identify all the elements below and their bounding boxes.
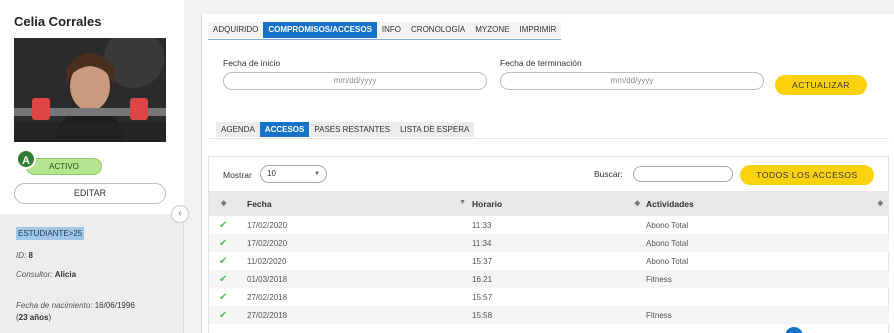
column-header-status[interactable]: ◆ (209, 191, 237, 216)
column-header-date[interactable]: Fecha ▼ (237, 191, 472, 216)
client-sidebar: Celia Corrales ACTIVO A EDITAR ESTUDIANT… (0, 0, 184, 333)
cell-date: 11/02/2020 (247, 256, 287, 266)
check-icon: ✔ (219, 291, 228, 303)
cell-activity (646, 288, 889, 306)
membership-tag: ESTUDIANTE>25 (16, 227, 85, 240)
start-date-input[interactable]: mm/dd/yyyy (223, 72, 487, 90)
sub-tabs-divider (208, 138, 889, 139)
birth-label: Fecha de nacimiento: (16, 301, 93, 310)
sort-icon: ◆ (634, 200, 640, 207)
tab-cronolog-a[interactable]: CRONOLOGÍA (406, 22, 471, 38)
main-panel: ADQUIRIDO COMPROMISOS/ACCESOS INFO CRONOLOG… (201, 14, 894, 333)
age-value: 23 años (18, 313, 49, 322)
cell-time: 16:21 (472, 270, 646, 288)
status-avatar: A (16, 149, 36, 169)
cell-date: 27/02/2018 (247, 292, 288, 302)
tab-imprimir[interactable]: IMPRIMIR (514, 22, 562, 38)
check-icon: ✔ (209, 234, 237, 252)
check-icon: ✔ (209, 270, 237, 288)
tab-adquirido[interactable]: ADQUIRIDO (208, 22, 264, 38)
sort-icon: ◆ (221, 200, 227, 207)
cell-date: 17/02/2020 (247, 220, 288, 230)
cell-time: 15:57 (472, 292, 493, 302)
show-label: Mostrar (223, 170, 252, 180)
table-row[interactable]: ✔ 17/02/2020 11:33 Abono Total (209, 216, 889, 234)
page-size-select[interactable]: 10 ▼ (260, 165, 327, 183)
top-tabs: ADQUIRIDO COMPROMISOS/ACCESOS INFO CRONOLOG… (208, 22, 562, 40)
consultor-label: Consultor: (16, 270, 53, 279)
cell-activity: Abono Total (646, 256, 689, 266)
access-table-panel: Mostrar 10 ▼ Buscar: TODOS LOS ACCESOS ◆… (208, 156, 889, 333)
status-badge: ACTIVO (26, 158, 102, 175)
birth-value: 16/06/1996 (94, 301, 135, 310)
end-date-label: Fecha de terminación (500, 58, 582, 68)
sub-tabs: AGENDA ACCESOS PASES RESTANTES LISTA DE ESP… (216, 122, 475, 137)
subtab-agenda[interactable]: AGENDA (216, 122, 260, 137)
cell-date: 17/02/2020 (237, 234, 472, 252)
client-birthdate: Fecha de nacimiento: 16/06/1996 (16, 301, 135, 310)
client-consultor: Consultor: Alicia (16, 270, 76, 279)
client-photo (14, 38, 166, 142)
sort-desc-icon: ▼ (459, 199, 466, 206)
all-access-button[interactable]: TODOS LOS ACCESOS (740, 165, 874, 185)
cell-time: 15:58 (472, 306, 646, 324)
table-row[interactable]: ✔ 01/03/2018 16:21 Fitness (209, 270, 889, 288)
search-label: Buscar: (594, 169, 623, 179)
tab-info[interactable]: INFO (376, 22, 407, 38)
tab-compromisos-accesos[interactable]: COMPROMISOS/ACCESOS (263, 22, 377, 38)
access-table: ◆ Fecha ▼ Horario ◆ Actividades ◆ ✔ 17/02/20… (209, 191, 889, 324)
table-row[interactable]: ✔ 27/02/2018 15:57 (209, 288, 889, 306)
id-value: 8 (28, 251, 33, 260)
check-icon: ✔ (219, 255, 228, 267)
cell-date: 27/02/2018 (237, 306, 472, 324)
client-name: Celia Corrales (14, 14, 102, 29)
client-id: ID: 8 (16, 251, 33, 260)
update-button[interactable]: ACTUALIZAR (775, 75, 867, 95)
cell-activity: Fitness (646, 306, 889, 324)
cell-time: 11:34 (472, 234, 646, 252)
cell-activity: Abono Total (646, 234, 889, 252)
chevron-down-icon: ▼ (314, 171, 320, 177)
check-icon: ✔ (209, 306, 237, 324)
table-row[interactable]: ✔ 17/02/2020 11:34 Abono Total (209, 234, 889, 252)
cell-activity: Fitness (646, 270, 889, 288)
subtab-lista-de-espera[interactable]: LISTA DE ESPERA (395, 122, 475, 137)
column-header-time[interactable]: Horario ◆ (472, 191, 646, 216)
id-label: ID: (16, 251, 27, 260)
start-date-label: Fecha de inicio (223, 58, 281, 68)
subtab-pases-restantes[interactable]: PASES RESTANTES (309, 122, 396, 137)
consultor-value: Alicia (54, 270, 77, 279)
client-age: (23 años) (16, 313, 52, 322)
table-row[interactable]: ✔ 11/02/2020 15:37 Abono Total (209, 252, 889, 270)
end-date-input[interactable]: mm/dd/yyyy (500, 72, 764, 90)
table-row[interactable]: ✔ 27/02/2018 15:58 Fitness (209, 306, 889, 324)
search-input[interactable] (633, 166, 733, 182)
sort-icon: ◆ (877, 200, 883, 207)
page-size-value: 10 (267, 169, 276, 178)
collapse-sidebar-icon[interactable]: ‹ (171, 205, 189, 223)
cell-time: 11:33 (472, 220, 492, 230)
column-header-activities[interactable]: Actividades ◆ (646, 191, 889, 216)
cell-activity: Abono Total (646, 220, 689, 230)
subtab-accesos[interactable]: ACCESOS (259, 122, 310, 137)
cell-date: 01/03/2018 (237, 270, 472, 288)
check-icon: ✔ (219, 219, 228, 231)
cell-time: 15:37 (472, 256, 493, 266)
edit-button[interactable]: EDITAR (14, 183, 166, 204)
tab-myzone[interactable]: MYZONE (470, 22, 515, 38)
